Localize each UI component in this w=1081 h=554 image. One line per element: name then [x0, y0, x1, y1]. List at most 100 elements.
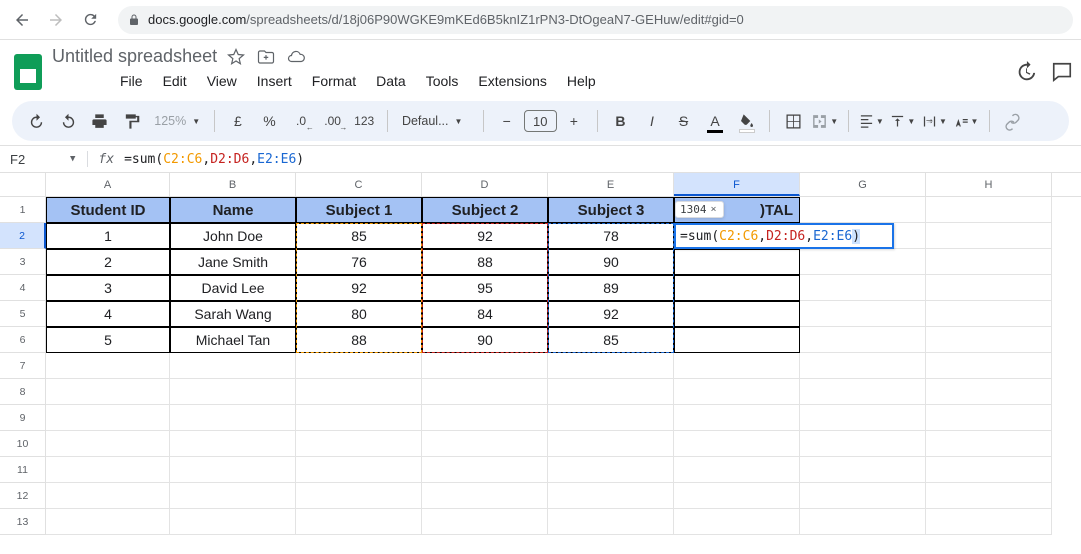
formula-input[interactable]: =sum(C2:C6,D2:D6,E2:E6) — [124, 152, 304, 167]
row-header[interactable]: 5 — [0, 301, 46, 327]
cell[interactable] — [674, 249, 800, 275]
back-button[interactable] — [8, 6, 36, 34]
cell[interactable]: 92 — [296, 275, 422, 301]
cell[interactable]: 4 — [46, 301, 170, 327]
cell[interactable] — [548, 483, 674, 509]
halign-button[interactable]: ▼ — [857, 106, 887, 136]
cell[interactable] — [46, 405, 170, 431]
cell[interactable] — [296, 483, 422, 509]
cell[interactable] — [296, 379, 422, 405]
merge-button[interactable]: ▼ — [810, 106, 840, 136]
history-icon[interactable] — [1015, 61, 1037, 83]
cell[interactable] — [46, 353, 170, 379]
cell[interactable]: 88 — [296, 327, 422, 353]
cell[interactable]: 76 — [296, 249, 422, 275]
cell[interactable] — [674, 483, 800, 509]
cell[interactable]: 92 — [548, 301, 674, 327]
cell[interactable] — [296, 509, 422, 535]
cell[interactable] — [548, 509, 674, 535]
cell[interactable]: 84 — [422, 301, 548, 327]
link-button[interactable] — [998, 106, 1028, 136]
col-header-b[interactable]: B — [170, 173, 296, 196]
bold-button[interactable]: B — [606, 106, 636, 136]
cell[interactable] — [800, 457, 926, 483]
col-header-c[interactable]: C — [296, 173, 422, 196]
menu-format[interactable]: Format — [304, 69, 364, 93]
cell[interactable]: 92 — [422, 223, 548, 249]
cell[interactable] — [548, 431, 674, 457]
cell[interactable] — [548, 405, 674, 431]
borders-button[interactable] — [778, 106, 808, 136]
increase-decimal-button[interactable]: .00→ — [318, 106, 348, 136]
cell[interactable]: Sarah Wang — [170, 301, 296, 327]
fontsize-input[interactable]: 10 — [524, 110, 558, 132]
cell[interactable] — [674, 301, 800, 327]
row-header[interactable]: 8 — [0, 379, 46, 405]
print-button[interactable] — [85, 106, 115, 136]
cell[interactable] — [800, 275, 926, 301]
cell[interactable]: 88 — [422, 249, 548, 275]
cell[interactable] — [674, 353, 800, 379]
comment-icon[interactable] — [1051, 61, 1073, 83]
col-header-g[interactable]: G — [800, 173, 926, 196]
cell[interactable] — [170, 509, 296, 535]
cell[interactable] — [674, 275, 800, 301]
star-icon[interactable] — [227, 48, 245, 66]
menu-extensions[interactable]: Extensions — [470, 69, 554, 93]
cell[interactable] — [800, 301, 926, 327]
cell[interactable]: Michael Tan — [170, 327, 296, 353]
cell[interactable]: Jane Smith — [170, 249, 296, 275]
row-header[interactable]: 4 — [0, 275, 46, 301]
cell[interactable] — [296, 353, 422, 379]
cell[interactable] — [548, 457, 674, 483]
col-header-a[interactable]: A — [46, 173, 170, 196]
cell[interactable]: Name — [170, 197, 296, 223]
cell[interactable]: 90 — [548, 249, 674, 275]
row-header[interactable]: 1 — [0, 197, 46, 223]
row-header[interactable]: 9 — [0, 405, 46, 431]
font-select[interactable]: Defaul...▼ — [396, 114, 475, 128]
menu-tools[interactable]: Tools — [418, 69, 467, 93]
cell[interactable] — [46, 509, 170, 535]
cell[interactable] — [800, 197, 926, 223]
cell[interactable] — [800, 405, 926, 431]
cell[interactable] — [422, 379, 548, 405]
cell[interactable]: Student ID — [46, 197, 170, 223]
cell[interactable] — [800, 483, 926, 509]
cell[interactable] — [548, 353, 674, 379]
fill-color-button[interactable] — [732, 106, 762, 136]
wrap-button[interactable]: ▼ — [920, 106, 950, 136]
cell[interactable] — [926, 379, 1052, 405]
cell[interactable] — [926, 197, 1052, 223]
menu-file[interactable]: File — [112, 69, 151, 93]
cell[interactable] — [674, 379, 800, 405]
cell[interactable]: 3 — [46, 275, 170, 301]
cell[interactable]: 95 — [422, 275, 548, 301]
cell[interactable] — [926, 223, 1052, 249]
cell[interactable] — [422, 353, 548, 379]
cell[interactable] — [674, 405, 800, 431]
cell[interactable]: 85 — [548, 327, 674, 353]
cell[interactable] — [926, 301, 1052, 327]
cell[interactable] — [170, 457, 296, 483]
cell[interactable] — [800, 379, 926, 405]
active-cell-editor[interactable]: =sum(C2:C6,D2:D6,E2:E6) — [674, 223, 894, 249]
cell[interactable] — [926, 483, 1052, 509]
cell[interactable]: 78 — [548, 223, 674, 249]
cell[interactable] — [296, 431, 422, 457]
cell[interactable] — [170, 405, 296, 431]
cell[interactable] — [800, 327, 926, 353]
close-icon[interactable]: × — [711, 204, 717, 215]
sheets-logo[interactable] — [14, 54, 42, 90]
number-format-button[interactable]: 123 — [349, 106, 379, 136]
row-header[interactable]: 6 — [0, 327, 46, 353]
cell[interactable] — [800, 509, 926, 535]
menu-edit[interactable]: Edit — [155, 69, 195, 93]
percent-button[interactable]: % — [255, 106, 285, 136]
col-header-f[interactable]: F — [674, 173, 800, 196]
cell[interactable] — [170, 483, 296, 509]
cell[interactable]: 85 — [296, 223, 422, 249]
cell[interactable] — [674, 431, 800, 457]
name-box-dropdown[interactable]: ▼ — [70, 154, 75, 164]
doc-title[interactable]: Untitled spreadsheet — [52, 46, 217, 67]
